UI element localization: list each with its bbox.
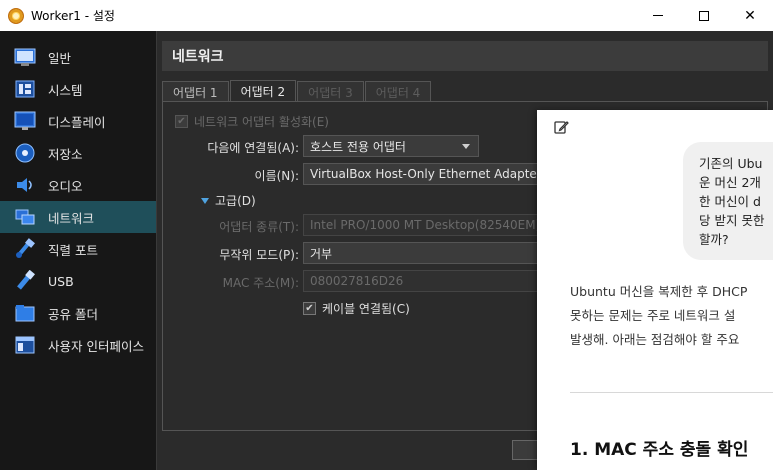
- sidebar-item-label: 디스플레이: [48, 114, 106, 130]
- usb-icon: [14, 270, 36, 292]
- cable-connected-checkbox[interactable]: ✔: [303, 301, 316, 315]
- name-label: 이름(N):: [254, 169, 299, 183]
- enable-adapter-label: 네트워크 어댑터 활성화(E): [194, 114, 329, 129]
- message-line: 운 머신 2개: [699, 175, 761, 190]
- sidebar-item-label: 일반: [48, 50, 72, 66]
- enable-adapter-row[interactable]: ✔ 네트워크 어댑터 활성화(E): [175, 110, 329, 132]
- chat-overlay: 기존의 Ubu 운 머신 2개 한 머신이 d 당 받지 못한 할까? Ubun…: [537, 110, 773, 470]
- promiscuous-value: 거부: [310, 246, 333, 261]
- sidebar-item-serial-port[interactable]: 직렬 포트: [0, 233, 156, 265]
- promiscuous-label: 무작위 모드(P):: [219, 248, 299, 262]
- chevron-down-icon: [462, 144, 470, 149]
- sidebar-item-label: 공유 폴더: [48, 306, 98, 322]
- name-select[interactable]: VirtualBox Host-Only Ethernet Adapter #2: [303, 163, 543, 185]
- user-interface-icon: [14, 334, 36, 356]
- settings-sidebar: 일반 시스템 디스플레이 저장소 오디오 네트워크 직렬 포트 USB 공유 폴…: [0, 31, 157, 470]
- adapter-tabs: 어댑터 1 어댑터 2 어댑터 3 어댑터 4: [162, 80, 432, 102]
- message-line: 한 머신이 d: [699, 194, 761, 209]
- sidebar-item-usb[interactable]: USB: [0, 265, 156, 297]
- sidebar-item-audio[interactable]: 오디오: [0, 169, 156, 201]
- sidebar-item-label: 네트워크: [48, 210, 95, 226]
- storage-icon: [14, 142, 36, 164]
- sidebar-item-label: 사용자 인터페이스: [48, 338, 144, 354]
- window-title: Worker1 - 설정: [31, 9, 115, 23]
- network-icon: [14, 206, 36, 228]
- sidebar-item-network[interactable]: 네트워크: [0, 201, 156, 233]
- answer-line: 발생해. 아래는 점검해야 할 주요: [570, 332, 740, 347]
- sidebar-item-storage[interactable]: 저장소: [0, 137, 156, 169]
- general-icon: [14, 46, 36, 68]
- sidebar-item-label: 오디오: [48, 178, 83, 194]
- attached-to-label: 다음에 연결됨(A):: [207, 141, 299, 155]
- name-value: VirtualBox Host-Only Ethernet Adapter #2: [310, 167, 543, 181]
- display-icon: [14, 110, 36, 132]
- adapter-type-select[interactable]: Intel PRO/1000 MT Desktop(82540EM): [303, 214, 543, 236]
- maximize-button[interactable]: [681, 0, 727, 31]
- audio-icon: [14, 174, 36, 196]
- expand-triangle-icon: [201, 197, 209, 204]
- advanced-expander[interactable]: 고급(D): [201, 192, 256, 209]
- sidebar-item-label: USB: [48, 273, 74, 289]
- answer-line: 못하는 문제는 주로 네트워크 설: [570, 308, 736, 323]
- enable-adapter-checkbox[interactable]: ✔: [175, 114, 188, 128]
- cable-connected-label: 케이블 연결됨(C): [322, 301, 410, 316]
- serial-port-icon: [14, 238, 36, 260]
- virtualbox-logo-icon: [8, 7, 24, 24]
- tab-adapter-2[interactable]: 어댑터 2: [229, 80, 297, 102]
- adapter-type-value: Intel PRO/1000 MT Desktop(82540EM): [310, 218, 541, 232]
- advanced-label: 고급(D): [215, 194, 256, 208]
- shared-folder-icon: [14, 302, 36, 324]
- tab-adapter-1[interactable]: 어댑터 1: [162, 81, 229, 102]
- title-bar: Worker1 - 설정 ✕: [0, 0, 773, 31]
- tab-adapter-3[interactable]: 어댑터 3: [297, 81, 364, 102]
- mac-value: 080027816D26: [310, 274, 404, 288]
- message-line: 할까?: [699, 232, 729, 247]
- assistant-answer: Ubuntu 머신을 복제한 후 DHCP 못하는 문제는 주로 네트워크 설 …: [570, 280, 773, 352]
- sidebar-item-shared-folder[interactable]: 공유 폴더: [0, 297, 156, 329]
- mac-input[interactable]: 080027816D26: [303, 270, 543, 292]
- message-line: 기존의 Ubu: [699, 156, 763, 171]
- message-line: 당 받지 못한: [699, 213, 765, 228]
- sidebar-item-label: 직렬 포트: [48, 242, 98, 258]
- minimize-icon: [653, 15, 663, 16]
- system-icon: [14, 78, 36, 100]
- mac-label: MAC 주소(M):: [222, 276, 299, 290]
- attached-to-value: 호스트 전용 어댑터: [310, 139, 406, 154]
- divider: [570, 392, 773, 393]
- edit-icon[interactable]: [553, 119, 569, 135]
- answer-line: Ubuntu 머신을 복제한 후 DHCP: [570, 284, 748, 299]
- sidebar-item-display[interactable]: 디스플레이: [0, 105, 156, 137]
- maximize-icon: [699, 10, 709, 21]
- sidebar-item-label: 저장소: [48, 146, 83, 162]
- user-message-bubble: 기존의 Ubu 운 머신 2개 한 머신이 d 당 받지 못한 할까?: [683, 142, 773, 260]
- close-button[interactable]: ✕: [727, 0, 773, 31]
- sidebar-item-user-interface[interactable]: 사용자 인터페이스: [0, 329, 156, 361]
- sidebar-item-label: 시스템: [48, 82, 83, 98]
- close-icon: ✕: [744, 7, 756, 24]
- attached-to-select[interactable]: 호스트 전용 어댑터: [303, 135, 479, 157]
- page-title: 네트워크: [162, 41, 768, 71]
- minimize-button[interactable]: [635, 0, 681, 31]
- answer-heading: 1. MAC 주소 충돌 확인: [570, 440, 749, 460]
- promiscuous-select[interactable]: 거부: [303, 242, 543, 264]
- sidebar-item-general[interactable]: 일반: [0, 41, 156, 73]
- cable-connected-row[interactable]: ✔ 케이블 연결됨(C): [303, 297, 410, 319]
- sidebar-item-system[interactable]: 시스템: [0, 73, 156, 105]
- tab-adapter-4[interactable]: 어댑터 4: [364, 81, 432, 102]
- adapter-type-label: 어댑터 종류(T):: [219, 220, 299, 234]
